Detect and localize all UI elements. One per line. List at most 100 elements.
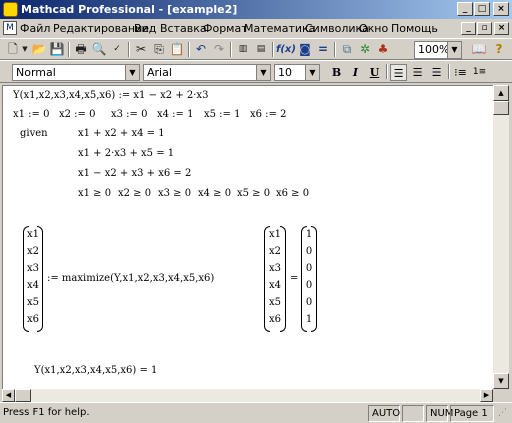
maximize-call[interactable]: := maximize(Y,x1,x2,x3,x4,x5,x6)	[47, 273, 214, 284]
vector-cell: x3	[268, 263, 281, 274]
given-keyword[interactable]: given	[20, 128, 48, 139]
doc-minimize-button[interactable]: _	[461, 22, 476, 35]
copy-icon[interactable]: ⎘	[150, 41, 168, 58]
final-evaluation[interactable]: Y(x1,x2,x3,x4,x5,x6) = 1	[34, 365, 157, 376]
style-value: Normal	[16, 66, 56, 79]
help-icon[interactable]: ?	[490, 41, 508, 58]
constraint-1[interactable]: x1 + x2 + x4 = 1	[78, 128, 165, 139]
align-right-icon[interactable]: ☰	[428, 64, 445, 81]
init-x3[interactable]: x3 := 0	[111, 109, 147, 120]
horizontal-scrollbar[interactable]: ◀ ▶	[2, 389, 493, 402]
align-vertical-icon[interactable]: ▤	[252, 41, 270, 58]
nonneg-x4[interactable]: x4 ≥ 0	[198, 188, 231, 199]
menu-insert[interactable]: Вставка	[160, 22, 207, 35]
hierarchy-icon[interactable]: ♣	[374, 41, 392, 58]
scroll-right-icon[interactable]: ▶	[480, 389, 493, 402]
menu-help[interactable]: Помощь	[391, 22, 438, 35]
menu-format[interactable]: Формат	[203, 22, 248, 35]
font-select[interactable]: Arial ▼	[143, 64, 271, 81]
vector-cell: 0	[305, 297, 313, 308]
result-vars-vector[interactable]: x1 x2 x3 x4 x5 x6	[264, 226, 286, 332]
cut-icon[interactable]: ✂	[132, 41, 150, 58]
worksheet[interactable]: Y(x1,x2,x3,x4,x5,x6) := x1 − x2 + 2·x3 x…	[2, 85, 493, 389]
insert-unit-icon[interactable]: ◙	[296, 41, 314, 58]
menu-file[interactable]: Файл	[20, 22, 50, 35]
nonneg-x2[interactable]: x2 ≥ 0	[118, 188, 151, 199]
bold-button[interactable]: B	[328, 64, 345, 81]
zoom-select[interactable]: 100% ▼	[414, 41, 462, 59]
align-center-icon[interactable]: ☰	[409, 64, 426, 81]
result-values-vector[interactable]: 1 0 0 0 0 1	[301, 226, 317, 332]
menu-view[interactable]: Вид	[134, 22, 156, 35]
init-x4[interactable]: x4 := 1	[157, 109, 193, 120]
init-x1[interactable]: x1 := 0	[13, 109, 49, 120]
maximize-button[interactable]: □	[474, 2, 490, 16]
init-x6[interactable]: x6 := 2	[250, 109, 286, 120]
constraint-2[interactable]: x1 + 2·x3 + x5 = 1	[78, 148, 174, 159]
scroll-down-icon[interactable]: ▼	[493, 373, 509, 389]
align-left-icon[interactable]: ☰	[390, 64, 407, 81]
vertical-scrollbar[interactable]: ▲ ▼	[493, 85, 509, 389]
align-horizontal-icon[interactable]: ▥	[234, 41, 252, 58]
scroll-left-icon[interactable]: ◀	[2, 389, 15, 402]
underline-button[interactable]: U	[366, 64, 383, 81]
vector-cell: x4	[26, 280, 39, 291]
scroll-up-icon[interactable]: ▲	[493, 85, 509, 101]
print-icon[interactable]: 🖶	[72, 41, 90, 58]
resource-icon[interactable]: ✲	[356, 41, 374, 58]
init-x2[interactable]: x2 := 0	[59, 109, 95, 120]
print-preview-icon[interactable]: 🔍	[90, 41, 108, 58]
resize-grip-icon[interactable]: ⋰	[498, 408, 507, 418]
document-icon[interactable]: M	[3, 21, 17, 35]
numbered-list-icon[interactable]: 1≡	[471, 64, 488, 81]
insert-function-icon[interactable]: f(x)	[276, 41, 296, 58]
chevron-down-icon[interactable]: ▼	[256, 65, 270, 80]
redo-icon[interactable]: ↷	[210, 41, 228, 58]
zoom-value: 100%	[418, 43, 450, 56]
minimize-button[interactable]: _	[457, 2, 473, 16]
vector-cell: x1	[268, 229, 281, 240]
menu-window[interactable]: Окно	[359, 22, 388, 35]
status-help-text: Press F1 for help.	[3, 407, 90, 418]
save-icon[interactable]: 💾	[48, 41, 66, 58]
vector-cell: x6	[268, 314, 281, 325]
font-value: Arial	[147, 66, 172, 79]
resource-center-icon[interactable]: 📖	[470, 41, 488, 58]
new-icon[interactable]: 🗋	[4, 41, 22, 58]
mathcad-app-icon[interactable]	[3, 2, 18, 17]
nonneg-x5[interactable]: x5 ≥ 0	[237, 188, 270, 199]
nonneg-x6[interactable]: x6 ≥ 0	[276, 188, 309, 199]
calculate-icon[interactable]: =	[314, 41, 332, 58]
standard-toolbar: 🗋 ▼ 📂 💾 🖶 🔍 ✓ ✂ ⎘ 📋 ↶ ↷ ▥ ▤ f(x) ◙ = ⧉ ✲…	[0, 38, 512, 60]
window-title: Mathcad Professional - [example2]	[21, 3, 238, 16]
function-definition[interactable]: Y(x1,x2,x3,x4,x5,x6) := x1 − x2 + 2·x3	[13, 90, 208, 101]
close-button[interactable]: ×	[493, 2, 509, 16]
undo-icon[interactable]: ↶	[192, 41, 210, 58]
constraint-3[interactable]: x1 − x2 + x3 + x6 = 2	[78, 168, 191, 179]
formatting-toolbar: Normal ▼ Arial ▼ 10 ▼ B I U ☰ ☰ ☰ ⁝≡ 1≡	[0, 60, 512, 83]
doc-restore-button[interactable]: ▫	[477, 22, 492, 35]
italic-button[interactable]: I	[347, 64, 364, 81]
component-icon[interactable]: ⧉	[338, 41, 356, 58]
chevron-down-icon[interactable]: ▼	[447, 42, 461, 58]
doc-close-button[interactable]: ×	[494, 22, 509, 35]
title-bar: Mathcad Professional - [example2] _ □ ×	[0, 0, 512, 19]
open-icon[interactable]: 📂	[30, 41, 48, 58]
init-x5[interactable]: x5 := 1	[204, 109, 240, 120]
new-dropdown-icon[interactable]: ▼	[21, 41, 29, 58]
lhs-vector[interactable]: x1 x2 x3 x4 x5 x6	[23, 226, 43, 332]
spell-check-icon[interactable]: ✓	[108, 41, 126, 58]
chevron-down-icon[interactable]: ▼	[125, 65, 139, 80]
vector-cell: 1	[305, 314, 313, 325]
vector-cell: 0	[305, 280, 313, 291]
bullet-list-icon[interactable]: ⁝≡	[452, 64, 469, 81]
horizontal-scroll-thumb[interactable]	[15, 389, 31, 402]
paste-icon[interactable]: 📋	[168, 41, 186, 58]
nonneg-x1[interactable]: x1 ≥ 0	[78, 188, 111, 199]
nonneg-x3[interactable]: x3 ≥ 0	[158, 188, 191, 199]
chevron-down-icon[interactable]: ▼	[305, 65, 319, 80]
style-select[interactable]: Normal ▼	[12, 64, 140, 81]
font-size-select[interactable]: 10 ▼	[274, 64, 320, 81]
menu-bar: M Файл Редактирование Вид Вставка Формат…	[0, 19, 512, 38]
vertical-scroll-thumb[interactable]	[493, 101, 509, 115]
